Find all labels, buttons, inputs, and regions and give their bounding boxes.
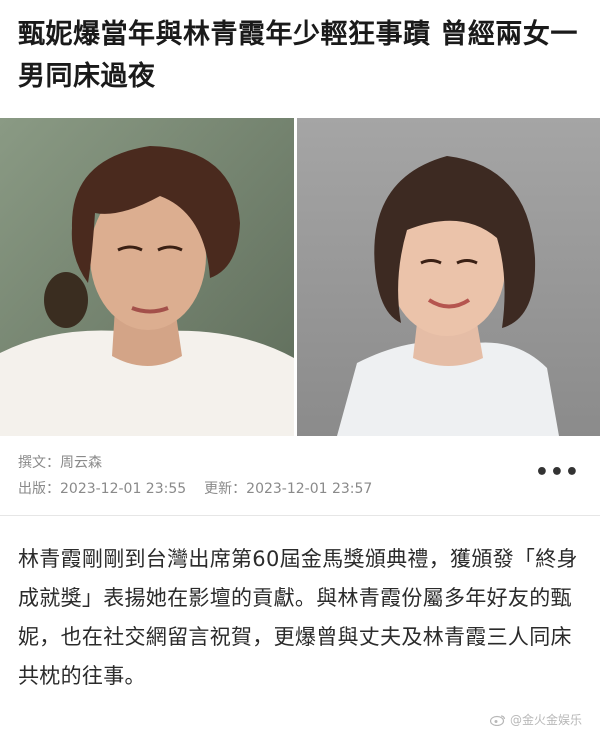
watermark: @金火金娱乐	[489, 711, 582, 728]
author-label: 撰文：	[18, 455, 60, 471]
divider	[0, 515, 600, 516]
author-name: 周云森	[60, 455, 102, 471]
article-body: 林青霞剛剛到台灣出席第60屆金馬獎頒典禮，獲頒發「終身成就獎」表揚她在影壇的貢獻…	[18, 547, 578, 688]
article-meta: 撰文：周云森 出版：2023-12-01 23:55 更新：2023-12-01 …	[18, 450, 584, 502]
date-line: 出版：2023-12-01 23:55 更新：2023-12-01 23:57	[18, 476, 584, 502]
updated-date: 2023-12-01 23:57	[246, 481, 373, 497]
author-line: 撰文：周云森	[18, 450, 584, 476]
published-date: 2023-12-01 23:55	[60, 481, 187, 497]
weibo-icon	[489, 714, 506, 726]
portrait-photo-left	[0, 118, 294, 436]
updated-label: 更新：	[204, 481, 247, 497]
hero-image	[0, 118, 600, 436]
more-options-button[interactable]: •••	[535, 460, 580, 485]
published-label: 出版：	[18, 481, 60, 497]
article-title: 甄妮爆當年與林青霞年少輕狂事蹟 曾經兩女一男同床過夜	[18, 19, 578, 92]
portrait-photo-right	[297, 118, 600, 436]
watermark-text: @金火金娱乐	[509, 713, 582, 727]
